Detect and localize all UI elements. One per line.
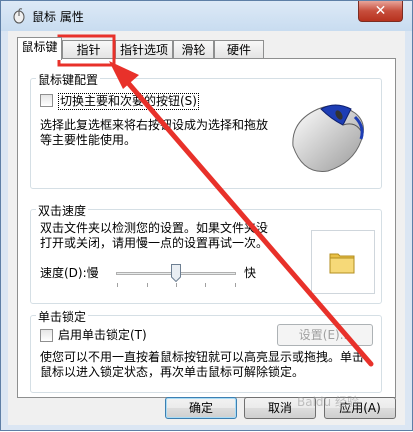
mouse-illustration [292, 104, 364, 172]
tab-mouse-buttons[interactable]: 鼠标键 [17, 37, 62, 60]
close-icon: ✕ [374, 3, 387, 19]
click-lock-label[interactable]: 启用单击锁定(T) [58, 328, 147, 343]
click-lock-checkbox[interactable] [40, 329, 53, 342]
double-click-group: 双击速度 双击文件夹以检测您的设置。如果文件夹没 打开或关闭，请用慢一点的设置再… [30, 202, 382, 304]
slider-tick [176, 283, 177, 287]
button-config-group: 鼠标键配置 切换主要和次要的按钮(S) 选择此复选框来将右按钮设成为选择和拖放 … [30, 71, 382, 189]
swap-buttons-label[interactable]: 切换主要和次要的按钮(S) [58, 93, 199, 110]
mouse-icon [13, 8, 25, 24]
click-lock-description-line1: 使您可以不用一直按着鼠标按钮就可以高亮显示或拖拽。单击 [40, 350, 365, 364]
ok-button[interactable]: 确定 [165, 397, 237, 419]
button-config-title: 鼠标键配置 [36, 71, 101, 88]
double-click-description-line2: 打开或关闭，请用慢一点的设置再试一次。 [40, 236, 269, 250]
tab-panel: 鼠标键配置 切换主要和次要的按钮(S) 选择此复选框来将右按钮设成为选择和拖放 … [17, 58, 396, 398]
click-lock-title: 单击锁定 [36, 308, 89, 325]
tab-wheel[interactable]: 滑轮 [173, 40, 214, 59]
double-click-description-line1: 双击文件夹以检测您的设置。如果文件夹没 [40, 221, 269, 235]
slider-tick [205, 283, 206, 287]
click-lock-settings-button[interactable]: 设置(E)... [277, 324, 373, 346]
tab-hardware[interactable]: 硬件 [214, 40, 264, 59]
mouse-properties-window: 鼠标 属性 ✕ 鼠标键 指针 指针选项 滑轮 硬件 鼠标键配置 切换主要和次要的… [0, 0, 413, 431]
click-lock-description-line2: 鼠标以进入锁定状态，再次单击鼠标可解除锁定。 [40, 365, 305, 379]
title-bar[interactable]: 鼠标 属性 ✕ [1, 1, 412, 31]
speed-slider-thumb[interactable] [171, 264, 181, 282]
double-click-title: 双击速度 [36, 202, 89, 219]
swap-description-line2: 等主要性能使用。 [40, 133, 137, 147]
close-button[interactable]: ✕ [358, 1, 403, 22]
test-folder-box[interactable] [311, 230, 375, 294]
speed-slow-label: 速度(D):慢 [40, 266, 99, 280]
slider-tick [235, 283, 236, 287]
slider-tick [147, 283, 148, 287]
slider-tick [117, 283, 118, 287]
dialog-body: 鼠标键 指针 指针选项 滑轮 硬件 鼠标键配置 切换主要和次要的按钮(S) 选择… [8, 31, 405, 425]
window-title: 鼠标 属性 [32, 10, 84, 24]
swap-description-line1: 选择此复选框来将右按钮设成为选择和拖放 [40, 118, 269, 132]
baidu-watermark: Baidu 经验 [297, 395, 359, 409]
tab-pointer-options[interactable]: 指针选项 [115, 40, 173, 59]
speed-fast-label: 快 [244, 266, 257, 280]
swap-buttons-checkbox[interactable] [40, 94, 53, 107]
tab-pointers[interactable]: 指针 [62, 40, 115, 59]
folder-icon [329, 253, 355, 274]
click-lock-group: 单击锁定 启用单击锁定(T) 设置(E)... 使您可以不用一直按着鼠标按钮就可… [30, 308, 382, 393]
